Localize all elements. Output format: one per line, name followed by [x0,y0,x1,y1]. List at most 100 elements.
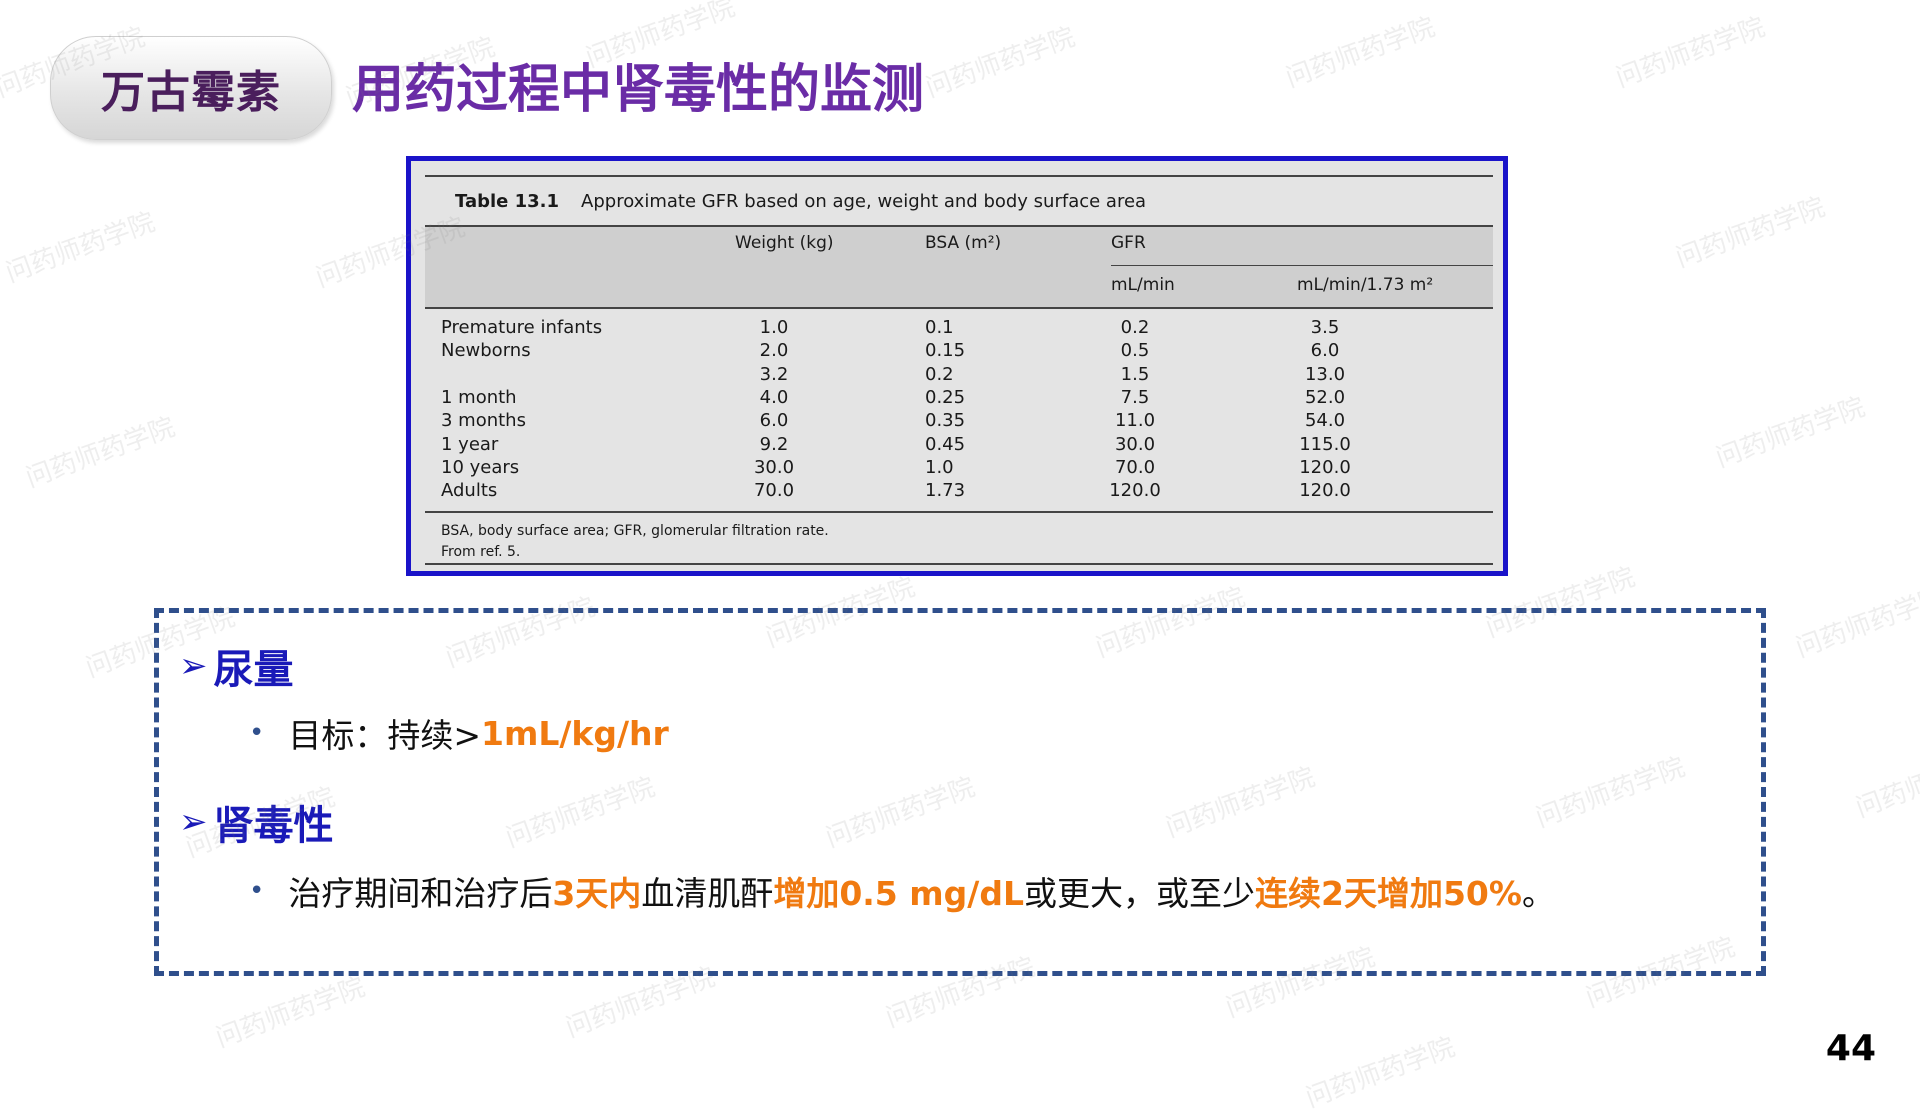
col-header-weight: Weight (kg) [735,233,834,253]
table-cell-bsa: 0.1 [925,317,954,338]
arrow-bullet-icon: ➢ [179,802,208,842]
table-cell-gfr: 1.5 [1120,363,1150,385]
monitoring-criteria-box: ➢ 尿量 • 目标：持续> 1mL/kg/hr ➢ 肾毒性 • 治疗期间和治疗后 3… [154,608,1766,976]
bullet-dot-icon: • [249,876,265,906]
table-row: Adults 70.0 1.73 120.0 120.0 [425,480,1493,503]
table-row: Premature infants 1.0 0.1 0.2 3.5 [425,317,1493,340]
table-cell-bsa: 1.0 [925,456,954,478]
table-bottom-rule [425,563,1493,565]
watermark-text: 问药师药学院 [22,412,179,494]
table-cell-gfr: 11.0 [1114,410,1156,432]
gfr-span-rule [1111,265,1493,266]
table-cell-gfr173: 54.0 [1304,410,1346,432]
section-nephrotoxicity: ➢ 肾毒性 [179,793,334,851]
table-cell-label: Adults [441,480,498,502]
table-cell-gfr: 0.5 [1120,340,1150,362]
table-top-rule [425,175,1493,177]
table-cell-weight: 1.0 [759,317,789,338]
watermark-text: 问药师药学院 [1612,12,1769,94]
table-cell-gfr173: 120.0 [1299,480,1351,502]
table-cell-weight: 6.0 [759,410,789,432]
table-cell-bsa: 0.45 [925,433,966,455]
watermark-text: 问药师药学院 [1792,582,1920,664]
table-caption: Table 13.1 Approximate GFR based on age, … [455,191,1146,212]
section-nephrotoxicity-title: 肾毒性 [213,803,334,849]
nephro-text-4: 。 [1521,874,1555,913]
table-cell-weight: 70.0 [753,480,795,502]
watermark-text: 问药师药学院 [922,22,1079,104]
table-cell-weight: 9.2 [759,433,789,455]
table-cell-gfr173: 13.0 [1304,363,1346,385]
slide-title: 用药过程中肾毒性的监测 [352,60,925,120]
table-cell-gfr: 120.0 [1109,480,1161,502]
col-subheader-mlmin173: mL/min/1.73 m² [1297,275,1434,295]
table-cell-bsa: 0.25 [925,386,966,408]
table-footnote-ref: From ref. 5. [441,544,521,560]
gfr-table-figure: Table 13.1 Approximate GFR based on age, … [406,156,1508,576]
table-cell-gfr173: 120.0 [1299,456,1351,478]
watermark-text: 问药师药学院 [1712,392,1869,474]
section-urine-output: ➢ 尿量 [179,637,294,695]
nephro-highlight-percent: 连续2天增加50% [1254,874,1522,913]
table-cell-bsa: 1.73 [925,480,966,502]
urine-target-value: 1mL/kg/hr [481,713,669,753]
nephro-text-2: 血清肌酐 [641,874,774,913]
table-cell-label: 10 years [441,456,520,478]
urine-target-text: 目标：持续> [288,716,481,755]
table-row: Newborns 2.0 0.15 0.5 6.0 [425,340,1493,363]
gfr-table: Table 13.1 Approximate GFR based on age, … [425,173,1493,565]
col-header-bsa: BSA (m²) [925,233,1002,253]
nephro-highlight-days: 3天内 [552,874,642,913]
topic-tag: 万古霉素 [50,36,332,140]
watermark-text: 问药师药学院 [1282,12,1439,94]
nephro-highlight-increase: 增加0.5 mg/dL [773,874,1024,913]
table-cell-bsa: 0.15 [925,340,966,362]
table-cell-label: 1 year [441,433,499,455]
section-urine-output-title: 尿量 [213,647,294,693]
col-header-gfr: GFR [1111,233,1146,253]
table-cell-gfr: 0.2 [1120,317,1150,338]
watermark-text: 问药师药学院 [1852,742,1920,824]
table-caption-text: Approximate GFR based on age, weight and… [581,191,1147,212]
table-cell-weight: 3.2 [759,363,789,385]
table-row: 3.2 0.2 1.5 13.0 [425,364,1493,387]
watermark-text: 问药师药学院 [2,207,159,289]
table-row: 1 year 9.2 0.45 30.0 115.0 [425,434,1493,457]
table-cell-weight: 4.0 [759,386,789,408]
nephro-text-1: 治疗期间和治疗后 [288,874,553,913]
table-caption-number: Table 13.1 [455,191,560,212]
watermark-text: 问药师药学院 [1672,192,1829,274]
body-bottom-rule [425,511,1493,513]
table-cell-label: Premature infants [441,317,603,338]
table-cell-gfr: 70.0 [1114,456,1156,478]
table-cell-gfr173: 52.0 [1304,386,1346,408]
table-cell-weight: 30.0 [753,456,795,478]
arrow-bullet-icon: ➢ [179,646,208,686]
table-row: 1 month 4.0 0.25 7.5 52.0 [425,387,1493,410]
table-footnote-abbrev: BSA, body surface area; GFR, glomerular … [441,523,829,539]
nephro-text-3: 或更大，或至少 [1023,874,1255,913]
table-cell-label: Newborns [441,340,531,362]
watermark-text: 问药师药学院 [1302,1032,1459,1114]
page-number: 44 [1825,1028,1876,1069]
table-cell-weight: 2.0 [759,340,789,362]
table-cell-gfr173: 115.0 [1299,433,1351,455]
table-cell-label: 3 months [441,410,526,432]
table-row: 3 months 6.0 0.35 11.0 54.0 [425,410,1493,433]
table-cell-gfr173: 6.0 [1310,340,1340,362]
table-cell-label: 1 month [441,386,517,408]
topic-tag-label: 万古霉素 [101,67,281,118]
table-row: 10 years 30.0 1.0 70.0 120.0 [425,457,1493,480]
table-cell-gfr173: 3.5 [1310,317,1340,338]
table-cell-gfr: 30.0 [1114,433,1156,455]
watermark-text: 问药师药学院 [212,972,369,1054]
table-cell-gfr: 7.5 [1120,386,1150,408]
nephrotoxicity-definition: • 治疗期间和治疗后 3天内 血清肌酐 增加0.5 mg/dL 或更大，或至少 连续2天增… [249,867,1555,915]
table-cell-bsa: 0.35 [925,410,966,432]
table-cell-bsa: 0.2 [925,363,954,385]
urine-output-target: • 目标：持续> 1mL/kg/hr [249,709,669,757]
header-top-rule [425,225,1493,227]
bullet-dot-icon: • [249,718,265,748]
col-subheader-mlmin: mL/min [1111,275,1175,295]
header-bottom-rule [425,307,1493,309]
